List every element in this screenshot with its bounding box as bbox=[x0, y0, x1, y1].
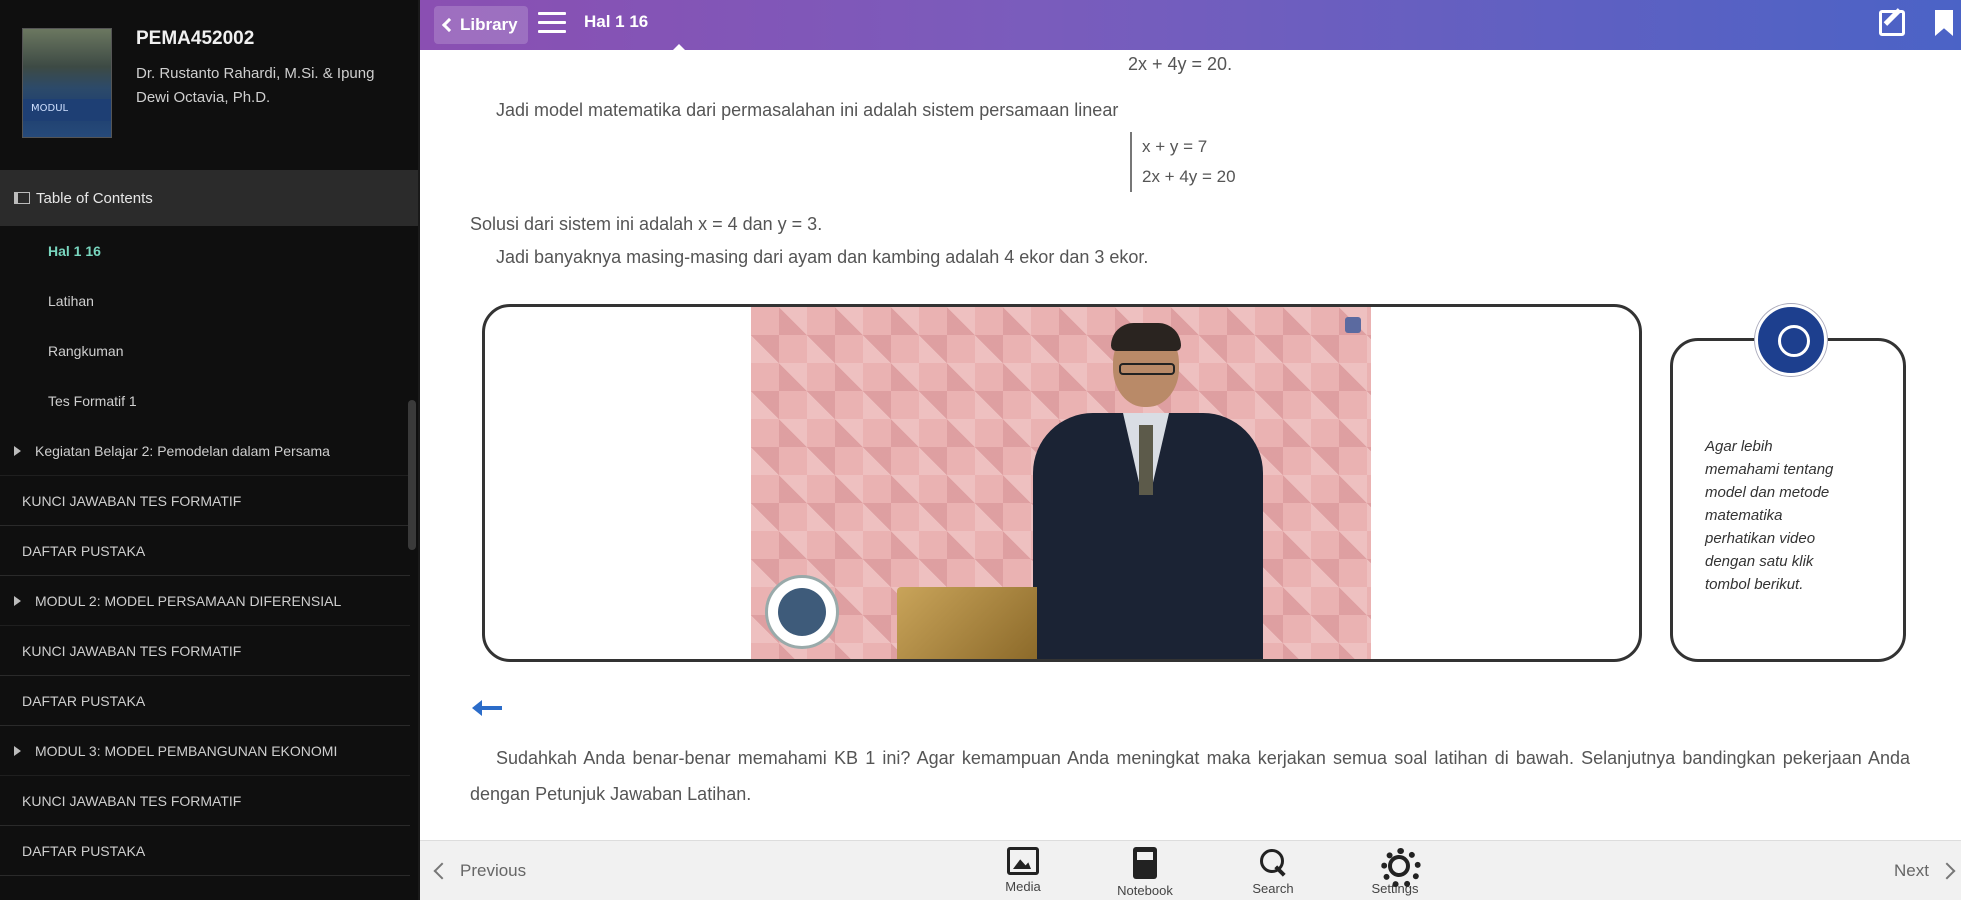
body-text: Solusi dari sistem ini adalah x = 4 dan … bbox=[470, 214, 823, 234]
speaker-figure bbox=[1013, 323, 1273, 659]
toc-title: Table of Contents bbox=[36, 189, 153, 207]
toc-item-label: DAFTAR PUSTAKA bbox=[22, 842, 146, 859]
note-box: Agar lebih memahami tentang model dan me… bbox=[1670, 338, 1906, 662]
toc-item-label: MODUL 2: MODEL PERSAMAAN DIFERENSIAL bbox=[35, 592, 342, 609]
sidebar: MODUL PEMA452002 Dr. Rustanto Rahardi, M… bbox=[0, 0, 418, 900]
settings-button[interactable]: Settings bbox=[1360, 847, 1430, 896]
library-label: Library bbox=[460, 15, 518, 34]
video-frame bbox=[482, 304, 1642, 662]
sidebar-scrollbar[interactable] bbox=[408, 400, 416, 550]
university-logo-icon bbox=[765, 575, 839, 649]
search-button[interactable]: Search bbox=[1238, 847, 1308, 896]
edit-icon[interactable] bbox=[1879, 10, 1905, 36]
body-paragraph: Sudahkah Anda benar-benar memahami KB 1 … bbox=[470, 748, 1910, 804]
body-text: Jadi model matematika dari permasalahan … bbox=[496, 100, 1119, 120]
expand-arrow-icon[interactable] bbox=[14, 445, 21, 456]
book-authors: Dr. Rustanto Rahardi, M.Si. & Ipung Dewi… bbox=[136, 65, 375, 106]
book-cover-image: MODUL bbox=[22, 28, 112, 138]
toc-item-label: Tes Formatif 1 bbox=[48, 393, 137, 409]
toc-item-label: KUNCI JAWABAN TES FORMATIF bbox=[22, 642, 242, 659]
equation-system: x + y = 7 2x + 4y = 20 bbox=[1130, 132, 1236, 192]
previous-label: Previous bbox=[460, 861, 527, 880]
list-icon bbox=[14, 192, 30, 204]
toc-item-label: Rangkuman bbox=[48, 343, 124, 359]
toc-item-daftar-pustaka[interactable]: DAFTAR PUSTAKA bbox=[0, 526, 410, 576]
video-corner-icon bbox=[1345, 317, 1361, 333]
notebook-label: Notebook bbox=[1117, 883, 1173, 898]
toc-item-kunci-jawaban[interactable]: KUNCI JAWABAN TES FORMATIF bbox=[0, 776, 410, 826]
toc-item-rangkuman[interactable]: Rangkuman bbox=[0, 326, 410, 376]
equation-text: 2x + 4y = 20. bbox=[1128, 54, 1233, 74]
equation-line: x + y = 7 bbox=[1142, 137, 1208, 156]
toc-item-label: Latihan bbox=[48, 293, 94, 309]
toc-item-label: KUNCI JAWABAN TES FORMATIF bbox=[22, 492, 242, 509]
next-button[interactable]: Next bbox=[1894, 861, 1956, 881]
book-meta: PEMA452002 Dr. Rustanto Rahardi, M.Si. &… bbox=[136, 28, 406, 170]
media-icon bbox=[1007, 847, 1039, 875]
toc-item-tes-formatif-1[interactable]: Tes Formatif 1 bbox=[0, 376, 410, 426]
bottom-bar: Previous Media Notebook Search Settings … bbox=[420, 840, 1961, 900]
previous-button[interactable]: Previous bbox=[433, 861, 527, 881]
expand-arrow-icon[interactable] bbox=[14, 745, 21, 756]
note-text: Agar lebih memahami tentang model dan me… bbox=[1705, 438, 1834, 593]
chevron-left-icon bbox=[433, 862, 451, 880]
book-code: PEMA452002 bbox=[136, 28, 255, 49]
toc-item-kunci-jawaban[interactable]: KUNCI JAWABAN TES FORMATIF bbox=[0, 476, 410, 526]
media-button[interactable]: Media bbox=[988, 847, 1058, 894]
toc-item-label: KUNCI JAWABAN TES FORMATIF bbox=[22, 792, 242, 809]
toc-item-latihan[interactable]: Latihan bbox=[0, 276, 410, 326]
cover-text: MODUL bbox=[31, 103, 69, 114]
lightbulb-logo-icon bbox=[1755, 304, 1827, 376]
next-label: Next bbox=[1894, 861, 1929, 880]
equation-line: 2x + 4y = 20 bbox=[1142, 167, 1236, 186]
toc-item-daftar-pustaka[interactable]: DAFTAR PUSTAKA bbox=[0, 826, 410, 876]
book-header: MODUL PEMA452002 Dr. Rustanto Rahardi, M… bbox=[0, 0, 418, 170]
notebook-icon bbox=[1133, 847, 1157, 879]
toc-item-modul-3[interactable]: MODUL 3: MODEL PEMBANGUNAN EKONOMI bbox=[0, 726, 410, 776]
bookmark-icon[interactable] bbox=[1935, 10, 1953, 36]
toc-item-label: DAFTAR PUSTAKA bbox=[22, 542, 146, 559]
toc-item-hal-1-16[interactable]: Hal 1 16 bbox=[0, 226, 410, 276]
chevron-left-icon bbox=[441, 17, 457, 33]
toc-item-daftar-pustaka[interactable]: DAFTAR PUSTAKA bbox=[0, 676, 410, 726]
menu-icon[interactable] bbox=[538, 12, 566, 34]
toc-list: Hal 1 16 Latihan Rangkuman Tes Formatif … bbox=[0, 226, 410, 876]
laptop-image bbox=[897, 587, 1037, 659]
toc-item-modul-2[interactable]: MODUL 2: MODEL PERSAMAAN DIFERENSIAL bbox=[0, 576, 410, 626]
gear-icon bbox=[1380, 847, 1421, 888]
chevron-right-icon bbox=[1938, 862, 1956, 880]
toc-item-kegiatan-belajar-2[interactable]: Kegiatan Belajar 2: Pemodelan dalam Pers… bbox=[0, 426, 410, 476]
notebook-button[interactable]: Notebook bbox=[1110, 847, 1180, 898]
expand-arrow-icon[interactable] bbox=[14, 595, 21, 606]
search-label: Search bbox=[1252, 881, 1294, 896]
back-arrow-icon[interactable] bbox=[472, 700, 504, 716]
toc-item-label: DAFTAR PUSTAKA bbox=[22, 692, 146, 709]
toc-item-kunci-jawaban[interactable]: KUNCI JAWABAN TES FORMATIF bbox=[0, 626, 410, 676]
top-bar: Library Hal 1 16 bbox=[420, 0, 1961, 51]
toc-item-label: Kegiatan Belajar 2: Pemodelan dalam Pers… bbox=[35, 442, 330, 459]
toc-header[interactable]: Table of Contents bbox=[0, 170, 418, 226]
toc-item-label: MODUL 3: MODEL PEMBANGUNAN EKONOMI bbox=[35, 742, 338, 759]
page-label[interactable]: Hal 1 16 bbox=[584, 12, 648, 32]
library-button[interactable]: Library bbox=[434, 6, 528, 44]
video-player[interactable] bbox=[751, 307, 1371, 659]
reader-content: 2x + 4y = 20. Jadi model matematika dari… bbox=[420, 50, 1961, 840]
toc-item-label: Hal 1 16 bbox=[48, 243, 101, 259]
media-label: Media bbox=[1005, 879, 1041, 894]
body-text: Jadi banyaknya masing-masing dari ayam d… bbox=[496, 247, 1149, 267]
search-icon bbox=[1258, 847, 1288, 877]
